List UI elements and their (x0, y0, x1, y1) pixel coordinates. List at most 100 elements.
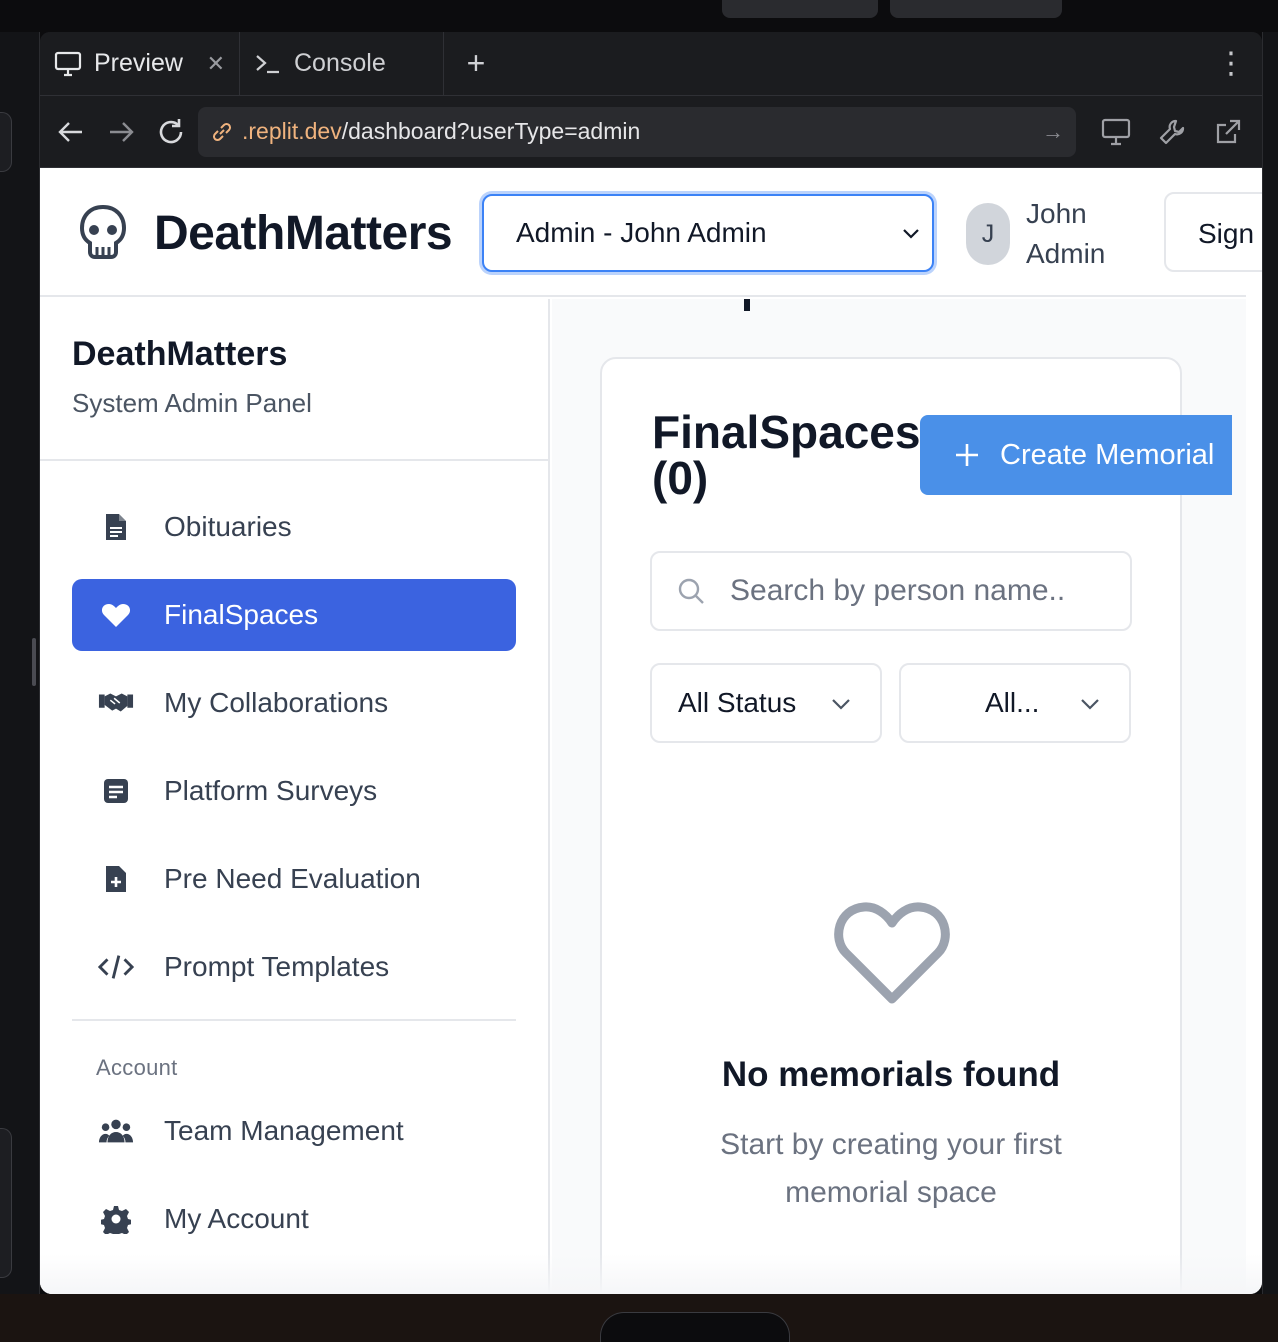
sidebar-item-label: My Collaborations (164, 687, 389, 718)
sidebar-item-label: Platform Surveys (164, 775, 378, 806)
tab-label: Console (294, 49, 386, 77)
sidebar-nav: Obituaries FinalSpaces My Collaborations… (40, 461, 548, 1255)
tab-label: Preview (94, 49, 183, 77)
brand[interactable]: DeathMatters (78, 204, 453, 262)
address-bar[interactable]: .replit.dev/dashboard?userType=admin → (198, 106, 1076, 157)
tab-console[interactable]: Console (240, 32, 444, 95)
heart-outline-icon (834, 902, 950, 1004)
right-panel-rail (1262, 32, 1278, 1294)
sidebar-item-prompt-templates[interactable]: Prompt Templates (72, 931, 516, 1003)
chevron-down-icon (903, 229, 919, 239)
finalspaces-card: FinalSpaces (0) Create Memorial All Stat… (600, 357, 1232, 1294)
document-icon (98, 509, 134, 545)
url-domain: .replit.dev (242, 118, 342, 144)
arrow-left-icon (58, 121, 82, 142)
search-input[interactable] (730, 574, 1120, 608)
page-title-line: FinalSpaces (652, 406, 921, 458)
sidebar-item-pre-need-evaluation[interactable]: Pre Need Evaluation (72, 843, 516, 915)
resize-handle[interactable] (32, 638, 36, 686)
sidebar-item-label: FinalSpaces (164, 599, 319, 630)
role-select-value: Admin - John Admin (516, 217, 767, 248)
forward-button[interactable] (98, 104, 144, 160)
preview-viewport: DeathMatters Admin - John Admin J John A… (40, 168, 1262, 1294)
sidebar-item-label: Team Management (164, 1115, 404, 1146)
pane-tabbar: Preview ✕ Console + ⋮ (40, 32, 1262, 96)
sign-out-button[interactable]: Sign (1164, 192, 1262, 272)
dock-tab (600, 1312, 790, 1342)
external-link-icon (1216, 119, 1241, 143)
sidebar-item-label: My Account (164, 1203, 309, 1234)
panel-collapsed-tab[interactable] (0, 112, 12, 172)
user-last-name: Admin (1026, 238, 1106, 269)
page-title: FinalSpaces (0) (652, 409, 920, 501)
handshake-icon (98, 685, 134, 721)
plus-icon (956, 444, 978, 466)
empty-state-title: No memorials found (721, 1055, 1061, 1094)
sidebar: DeathMatters System Admin Panel Obituari… (40, 299, 550, 1294)
app-header: DeathMatters Admin - John Admin J John A… (40, 168, 1262, 297)
panel-collapsed-tab[interactable] (0, 1128, 12, 1278)
go-arrow-icon[interactable]: → (1042, 119, 1064, 145)
chevron-down-icon (1081, 699, 1099, 710)
main-content: FinalSpaces (0) Create Memorial All Stat… (552, 299, 1246, 1294)
reload-button[interactable] (148, 104, 194, 160)
brand-name: DeathMatters (154, 206, 453, 260)
system-tab-pill (890, 0, 1062, 18)
skull-icon (79, 204, 127, 259)
sidebar-title: DeathMatters (72, 335, 288, 373)
workspace-window: Preview ✕ Console + ⋮ .replit.dev/dashbo… (40, 32, 1262, 1294)
link-icon (212, 122, 232, 141)
sidebar-item-label: Pre Need Evaluation (164, 863, 421, 894)
more-options-icon[interactable]: ⋮ (1198, 32, 1262, 95)
create-memorial-button[interactable]: Create Memorial (920, 415, 1232, 495)
left-panel-rail (0, 32, 40, 1294)
monitor-icon (1101, 118, 1131, 145)
tab-preview[interactable]: Preview ✕ (40, 32, 240, 95)
users-icon (98, 1113, 134, 1149)
heart-icon (98, 597, 134, 633)
type-filter-select[interactable]: All... (899, 663, 1131, 743)
close-icon[interactable]: ✕ (207, 51, 225, 77)
role-select[interactable]: Admin - John Admin (482, 194, 934, 272)
sidebar-item-label: Prompt Templates (164, 951, 390, 982)
url-path: /dashboard?userType=admin (341, 118, 641, 144)
terminal-icon (256, 54, 279, 73)
gear-icon (98, 1201, 134, 1237)
wrench-icon (1159, 119, 1185, 144)
code-icon (98, 949, 134, 985)
devtools-button[interactable] (1146, 104, 1198, 160)
chevron-down-icon (832, 699, 850, 710)
add-tab-button[interactable]: + (444, 32, 508, 95)
sidebar-item-team-management[interactable]: Team Management (72, 1095, 516, 1167)
avatar: J (966, 203, 1010, 265)
system-tab-pill (722, 0, 878, 18)
page-title-count: (0) (652, 452, 709, 504)
sidebar-item-obituaries[interactable]: Obituaries (72, 491, 516, 563)
status-filter-select[interactable]: All Status (650, 663, 882, 743)
status-filter-value: All Status (678, 687, 797, 718)
back-button[interactable] (48, 104, 94, 160)
monitor-icon (54, 51, 82, 76)
clipped-heading-fragment (744, 299, 750, 311)
section-label-account: Account (96, 1055, 178, 1080)
user-name: John Admin (1026, 194, 1136, 274)
user-chip: J John Admin (966, 194, 1136, 274)
sidebar-item-my-account[interactable]: My Account (72, 1183, 516, 1255)
devices-button[interactable] (1090, 104, 1142, 160)
sidebar-item-finalspaces[interactable]: FinalSpaces (72, 579, 516, 651)
sidebar-item-platform-surveys[interactable]: Platform Surveys (72, 755, 516, 827)
sidebar-subtitle: System Admin Panel (72, 388, 312, 418)
scroll-fade (40, 1254, 1262, 1294)
sidebar-header: DeathMatters System Admin Panel (40, 299, 548, 461)
file-plus-icon (98, 861, 134, 897)
open-external-button[interactable] (1202, 104, 1254, 160)
survey-icon (98, 773, 134, 809)
bottom-dock (0, 1294, 1278, 1342)
sidebar-item-my-collaborations[interactable]: My Collaborations (72, 667, 516, 739)
url-bar: .replit.dev/dashboard?userType=admin → (40, 96, 1262, 168)
user-first-name: John (1026, 198, 1087, 229)
type-filter-value: All... (985, 687, 1040, 718)
reload-icon (159, 118, 183, 143)
search-field[interactable] (650, 551, 1132, 631)
sidebar-item-label: Obituaries (164, 511, 292, 542)
